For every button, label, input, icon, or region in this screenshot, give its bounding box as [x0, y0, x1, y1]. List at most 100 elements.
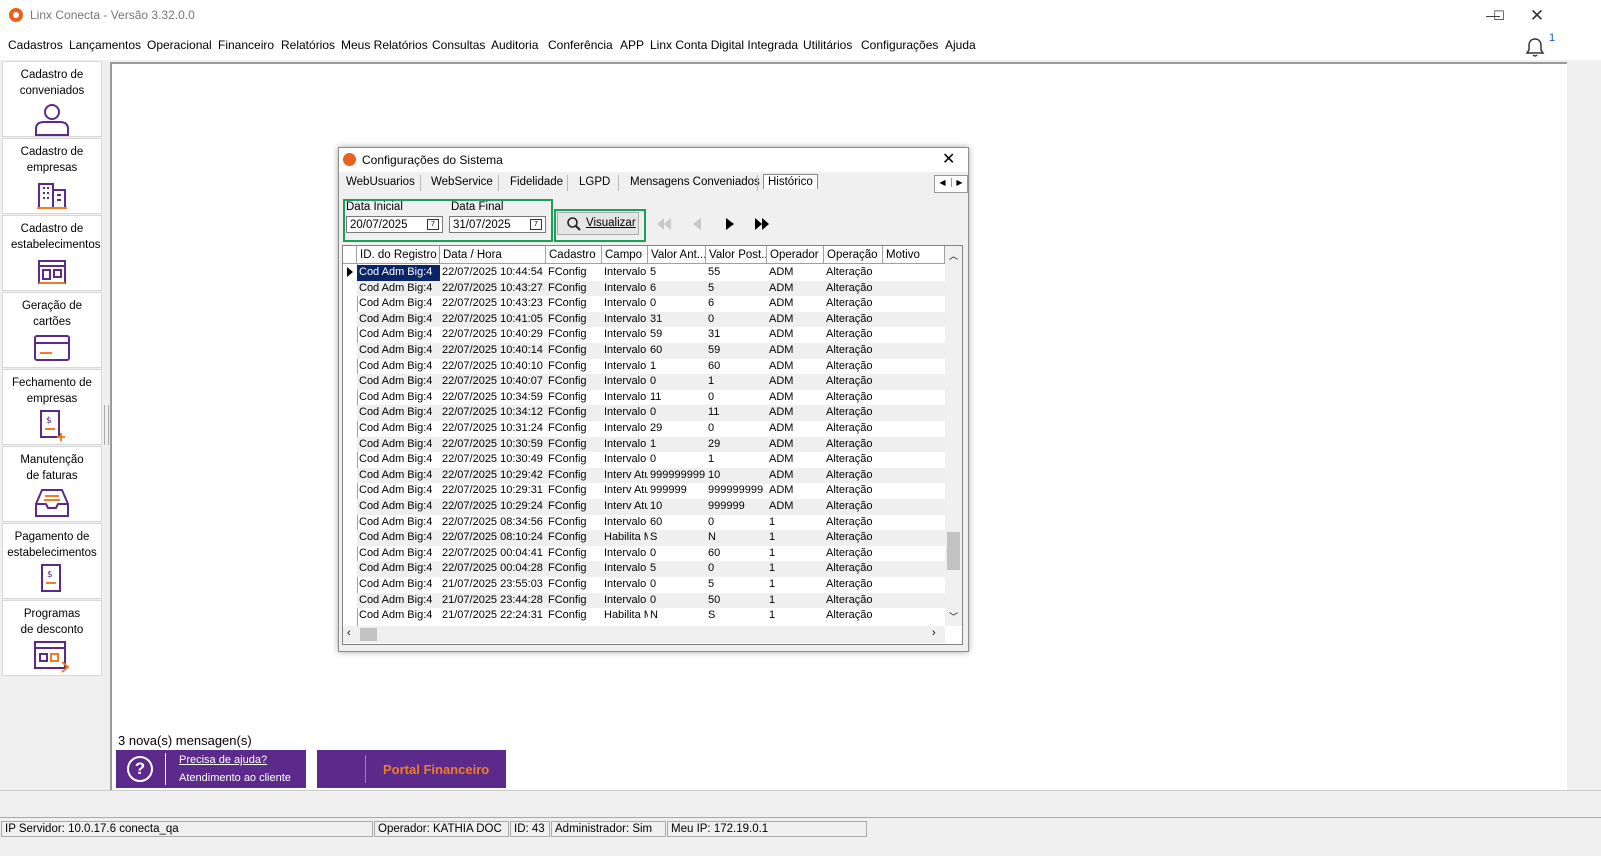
table-cell[interactable]: FConfig [546, 499, 602, 515]
table-cell[interactable] [883, 561, 945, 577]
table-cell[interactable]: 0 [648, 546, 706, 562]
menu-financeiro[interactable]: Financeiro [218, 38, 274, 52]
table-cell[interactable]: FConfig [546, 296, 602, 312]
table-cell[interactable]: 0 [648, 593, 706, 609]
table-cell[interactable]: 60 [648, 515, 706, 531]
table-cell[interactable]: FConfig [546, 437, 602, 453]
table-cell[interactable]: FConfig [546, 608, 602, 624]
menu-consultas[interactable]: Consultas [432, 38, 485, 52]
table-cell[interactable]: Alteração [824, 452, 883, 468]
table-cell[interactable]: 22/07/2025 10:43:27 [440, 281, 546, 297]
table-row[interactable]: Cod Adm Big:4 22/07/2025 08:10:24 FConfig H… [357, 530, 945, 546]
table-row[interactable]: Cod Adm Big:4 22/07/2025 10:43:23 FConfig I… [357, 296, 945, 312]
table-cell[interactable]: ADM [767, 452, 824, 468]
last-record-icon[interactable] [752, 214, 772, 234]
table-cell[interactable]: 11 [648, 390, 706, 406]
table-cell[interactable] [883, 593, 945, 609]
table-cell[interactable]: FConfig [546, 593, 602, 609]
table-cell[interactable]: 55 [706, 265, 767, 281]
table-cell[interactable]: 29 [706, 437, 767, 453]
tab-historico[interactable]: Histórico [763, 174, 818, 189]
table-cell[interactable]: Cod Adm Big:4 [357, 405, 440, 421]
table-cell[interactable]: 31 [648, 312, 706, 328]
table-cell[interactable]: 22/07/2025 10:29:31 [440, 483, 546, 499]
table-cell[interactable]: 1 [767, 530, 824, 546]
table-cell[interactable]: Cod Adm Big:4 [357, 390, 440, 406]
table-cell[interactable]: 1 [706, 452, 767, 468]
sidebar-splitter[interactable] [104, 405, 109, 445]
table-cell[interactable]: 5 [648, 265, 706, 281]
table-cell[interactable]: Alteração [824, 327, 883, 343]
table-cell[interactable]: Alteração [824, 343, 883, 359]
table-cell[interactable]: Intervalo [602, 577, 648, 593]
table-cell[interactable]: FConfig [546, 265, 602, 281]
table-cell[interactable]: 0 [706, 421, 767, 437]
table-cell[interactable]: FConfig [546, 530, 602, 546]
table-cell[interactable]: 21/07/2025 23:55:03 [440, 577, 546, 593]
table-cell[interactable]: ADM [767, 390, 824, 406]
table-cell[interactable]: Intervalo [602, 312, 648, 328]
table-cell[interactable]: Alteração [824, 515, 883, 531]
table-cell[interactable] [883, 437, 945, 453]
menu-operacional[interactable]: Operacional [147, 38, 212, 52]
table-cell[interactable]: 22/07/2025 10:30:59 [440, 437, 546, 453]
table-cell[interactable]: FConfig [546, 327, 602, 343]
table-cell[interactable]: FConfig [546, 405, 602, 421]
column-header[interactable]: Operação [824, 246, 883, 264]
table-cell[interactable]: 1 [648, 437, 706, 453]
table-cell[interactable]: Interv Atu [602, 499, 648, 515]
scroll-thumb[interactable] [947, 532, 960, 570]
table-cell[interactable]: FConfig [546, 359, 602, 375]
sidebar-item-programas-desconto[interactable]: Programas de desconto [2, 600, 102, 676]
table-cell[interactable]: 29 [648, 421, 706, 437]
table-cell[interactable]: ADM [767, 281, 824, 297]
table-cell[interactable]: 5 [706, 281, 767, 297]
table-cell[interactable]: 5 [648, 561, 706, 577]
table-cell[interactable]: Alteração [824, 530, 883, 546]
table-cell[interactable]: Alteração [824, 312, 883, 328]
menu-utilitarios[interactable]: Utilitários [803, 38, 852, 52]
table-row[interactable]: Cod Adm Big:4 22/07/2025 10:41:05 FConfig I… [357, 311, 945, 328]
table-cell[interactable]: ADM [767, 374, 824, 390]
table-cell[interactable] [883, 577, 945, 593]
table-cell[interactable]: 22/07/2025 10:29:42 [440, 468, 546, 484]
table-cell[interactable] [883, 390, 945, 406]
table-cell[interactable]: Alteração [824, 265, 883, 281]
next-record-icon[interactable] [720, 214, 740, 234]
table-cell[interactable]: 0 [706, 312, 767, 328]
table-cell[interactable]: Intervalo [602, 561, 648, 577]
table-row[interactable]: Cod Adm Big:4 22/07/2025 08:34:56 FConfig I… [357, 515, 945, 531]
table-cell[interactable]: 6 [706, 296, 767, 312]
table-cell[interactable]: ADM [767, 421, 824, 437]
table-cell[interactable]: 22/07/2025 00:04:41 [440, 546, 546, 562]
table-cell[interactable]: Cod Adm Big:4 [357, 452, 440, 468]
table-cell[interactable]: 59 [706, 343, 767, 359]
table-cell[interactable]: 10 [706, 468, 767, 484]
table-cell[interactable]: Cod Adm Big:4 [357, 359, 440, 375]
table-cell[interactable]: 60 [706, 546, 767, 562]
table-cell[interactable] [883, 530, 945, 546]
table-cell[interactable]: 22/07/2025 10:43:23 [440, 296, 546, 312]
table-cell[interactable]: 22/07/2025 10:40:10 [440, 359, 546, 375]
table-cell[interactable]: 0 [648, 577, 706, 593]
start-date-input[interactable]: 20/07/2025 7 [346, 216, 443, 233]
sidebar-item-fechamento-empresas[interactable]: Fechamento de empresas $ [2, 369, 102, 445]
table-cell[interactable] [883, 608, 945, 624]
table-cell[interactable]: Cod Adm Big:4 [357, 577, 440, 593]
table-cell[interactable]: 999999 [706, 499, 767, 515]
table-cell[interactable]: 22/07/2025 08:10:24 [440, 530, 546, 546]
help-banner[interactable]: ? Precisa de ajuda? Atendimento ao clien… [116, 750, 306, 788]
end-date-input[interactable]: 31/07/2025 7 [449, 216, 546, 233]
table-cell[interactable]: ADM [767, 483, 824, 499]
table-cell[interactable]: 1 [767, 593, 824, 609]
column-header[interactable]: Cadastro [546, 246, 602, 264]
table-cell[interactable]: Cod Adm Big:4 [357, 515, 440, 531]
table-cell[interactable]: Intervalo [602, 593, 648, 609]
table-cell[interactable]: FConfig [546, 390, 602, 406]
menu-linx-conta-digital[interactable]: Linx Conta Digital Integrada [650, 38, 798, 52]
visualizar-button[interactable]: Visualizar [557, 212, 639, 235]
table-cell[interactable]: 999999999 [706, 483, 767, 499]
table-cell[interactable]: Intervalo [602, 390, 648, 406]
table-cell[interactable]: Cod Adm Big:4 [357, 546, 440, 562]
table-row[interactable]: Cod Adm Big:4 22/07/2025 10:34:59 FConfig I… [357, 390, 945, 406]
